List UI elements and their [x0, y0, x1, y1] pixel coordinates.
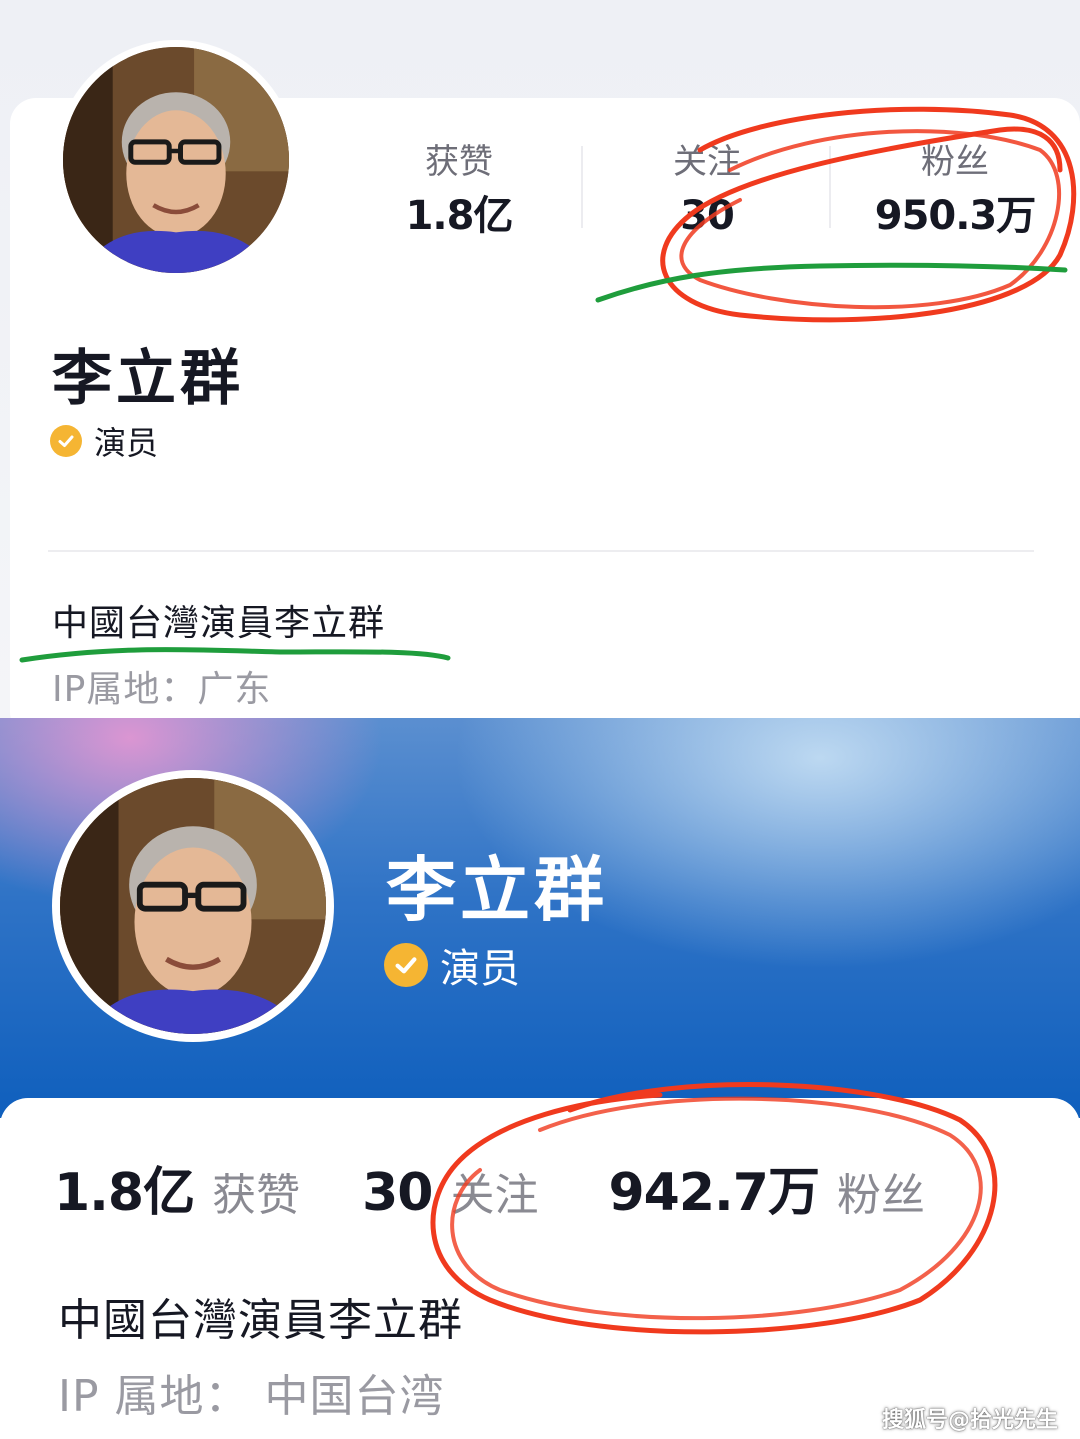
profile-name: 李立群	[386, 849, 608, 931]
stat-value: 1.8亿	[405, 193, 514, 239]
stat-followers[interactable]: 942.7万 粉丝	[609, 1150, 925, 1225]
profile-name: 李立群	[52, 344, 244, 414]
stat-likes[interactable]: 1.8亿 获赞	[54, 1150, 300, 1225]
stat-likes[interactable]: 获赞 1.8亿	[335, 140, 583, 248]
profile-bio: 中國台灣演員李立群	[52, 603, 386, 644]
stat-label: 粉丝	[921, 142, 989, 182]
stat-value: 950.3万	[874, 193, 1037, 239]
stat-label: 获赞	[212, 1170, 301, 1221]
verification-label: 演员	[94, 424, 159, 462]
stat-value: 942.7万	[608, 1163, 820, 1223]
avatar[interactable]	[56, 40, 296, 280]
verification-row: 演员	[384, 936, 520, 994]
stats-bar: 获赞 1.8亿 关注 30 粉丝 950.3万	[335, 140, 1080, 250]
stat-following[interactable]: 关注 30	[583, 140, 831, 248]
stat-label: 粉丝	[836, 1170, 925, 1221]
portrait-photo	[63, 47, 289, 273]
portrait-photo	[60, 778, 326, 1034]
stats-bar: 1.8亿 获赞 30 关注 942.7万 粉丝	[54, 1150, 925, 1223]
stat-label: 获赞	[425, 142, 493, 182]
ip-location: IP属地：广东	[52, 669, 272, 710]
check-badge-icon	[384, 943, 428, 987]
avatar[interactable]	[52, 770, 334, 1042]
divider	[48, 550, 1034, 552]
stat-label: 关注	[673, 142, 741, 182]
stat-following[interactable]: 30 关注	[362, 1159, 538, 1223]
ip-location: IP 属地： 中国台湾	[58, 1371, 445, 1422]
stat-value: 30	[362, 1163, 433, 1223]
verification-row: 演员	[50, 418, 158, 464]
stat-label: 关注	[450, 1170, 539, 1221]
profile-bio: 中國台灣演員李立群	[58, 1295, 463, 1346]
stat-value: 1.8亿	[54, 1163, 195, 1223]
stat-value: 30	[680, 193, 735, 239]
watermark: 搜狐号@拾光先生	[882, 1408, 1059, 1433]
stat-followers[interactable]: 粉丝 950.3万	[831, 140, 1079, 248]
check-badge-icon	[50, 425, 82, 457]
verification-label: 演员	[440, 946, 520, 992]
